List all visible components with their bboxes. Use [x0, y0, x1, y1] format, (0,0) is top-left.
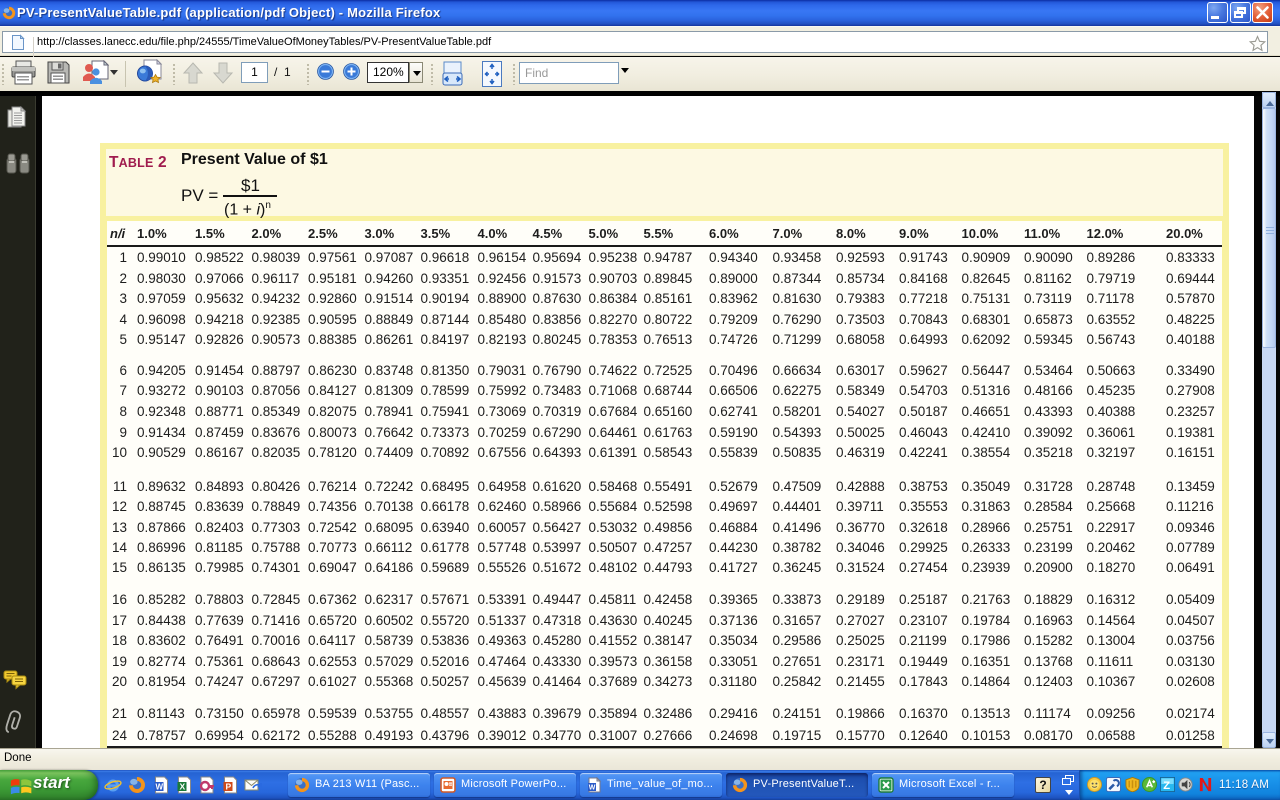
svg-text:W: W: [589, 785, 596, 792]
svg-text:Z: Z: [1163, 780, 1170, 792]
svg-text:X: X: [180, 782, 186, 792]
svg-text:W: W: [156, 783, 164, 792]
svg-text:P: P: [226, 782, 232, 792]
